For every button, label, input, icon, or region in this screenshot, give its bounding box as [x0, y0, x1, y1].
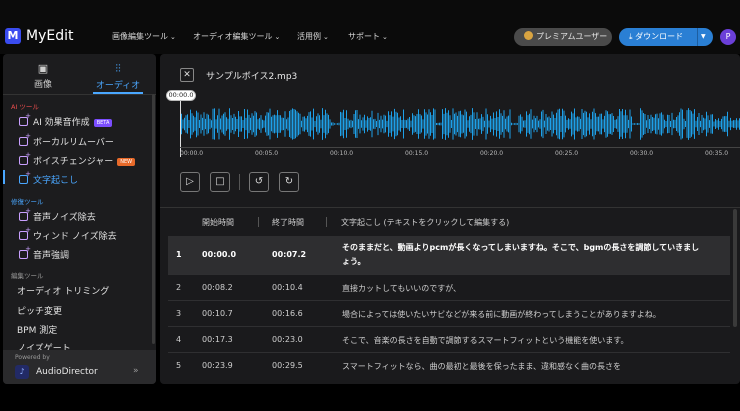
dropdown-arrow-icon[interactable]: ▼	[701, 28, 706, 46]
table-scrollbar[interactable]	[733, 209, 737, 327]
myedit-logo[interactable]: M	[5, 28, 21, 44]
close-icon: ✕	[183, 70, 191, 80]
sidebar-item-bpm[interactable]: BPM 測定	[17, 323, 57, 336]
section-edit-tools: 編集ツール	[11, 272, 44, 280]
download-button[interactable]: ⤓ ダウンロード ▼	[619, 28, 713, 46]
chevron-down-icon: ⌄	[170, 33, 176, 41]
play-button[interactable]: ▷	[180, 172, 200, 192]
time-ruler-label: 00:20.0	[480, 150, 504, 157]
transcript-text[interactable]: スマートフィットなら、曲の最初と最後を保ったまま、違和感なく曲の長さを	[342, 361, 621, 372]
tab-image[interactable]: ▣ 画像	[13, 62, 73, 90]
sidebar-item-speech-enhance[interactable]: 音声強調	[19, 245, 69, 261]
transcript-text[interactable]: そこで、音楽の長さを自動で調節するスマートフィットという機能を使います。	[342, 335, 628, 346]
nav-image-tools[interactable]: 画像編集ツール ⌄	[112, 31, 176, 42]
audio-wave-icon: ⫶⫶	[115, 62, 121, 75]
chevron-down-icon: ⌄	[382, 33, 388, 41]
time-ruler-label: 00:25.0	[555, 150, 579, 157]
sidebar-item-voice-changer[interactable]: ボイスチェンジャーNEW	[19, 151, 136, 167]
sidebar-item-ai-sound-effect[interactable]: AI 効果音作成BETA	[19, 112, 113, 128]
play-icon: ▷	[186, 176, 194, 187]
premium-user-button[interactable]: プレミアムユーザー	[514, 28, 612, 46]
time-ruler-label: 00:30.0	[630, 150, 654, 157]
sparkle-tool-icon	[19, 112, 31, 126]
section-ai-tools: AI ツール	[11, 103, 39, 111]
forward-icon: ↻	[284, 176, 294, 187]
header-end-time: 終了時間	[272, 218, 304, 227]
new-badge: NEW	[117, 158, 136, 166]
sidebar-item-audio-trim[interactable]: オーディオ トリミング	[17, 284, 109, 297]
header-transcript: 文字起こし (テキストをクリックして編集する)	[341, 218, 510, 227]
sparkle-tool-icon	[19, 170, 31, 184]
table-row[interactable]: 1 00:00.0 00:07.2 そのままだと、動画よりpcmが長くなってしま…	[168, 236, 730, 274]
double-chevron-right-icon[interactable]: »	[133, 366, 139, 376]
avatar[interactable]: P	[720, 29, 736, 45]
nav-audio-tools[interactable]: オーディオ編集ツール ⌄	[193, 31, 280, 42]
editor-panel: ✕ サンプルボイス2.mp3 00:00.0 00:00.0 00:05.0 00:…	[160, 54, 740, 384]
sidebar-item-noise-removal[interactable]: 音声ノイズ除去	[19, 207, 96, 223]
table-row[interactable]: 2 00:08.2 00:10.4 直接カットしてもいいのですが、	[168, 275, 730, 300]
sparkle-tool-icon	[19, 151, 31, 165]
time-ruler-label: 00:10.0	[330, 150, 354, 157]
file-name: サンプルボイス2.mp3	[206, 72, 298, 82]
sparkle-tool-icon	[19, 207, 31, 221]
coin-icon	[524, 31, 533, 40]
sidebar-item-pitch-change[interactable]: ピッチ変更	[17, 304, 62, 317]
section-repair-tools: 修復ツール	[11, 198, 44, 206]
forward-button[interactable]: ↻	[279, 172, 299, 192]
rewind-icon: ↺	[254, 176, 264, 187]
rewind-button[interactable]: ↺	[249, 172, 269, 192]
sparkle-tool-icon	[19, 226, 31, 240]
time-ruler-label: 00:15.0	[405, 150, 429, 157]
table-row[interactable]: 5 00:23.9 00:29.5 スマートフィットなら、曲の最初と最後を保った…	[168, 353, 730, 378]
table-row[interactable]: 3 00:10.7 00:16.6 場合によっては使いたいサビなどが来る前に動画…	[168, 301, 730, 326]
transcript-text[interactable]: そのままだと、動画よりpcmが長くなってしまいますね。そこで、bgmの長さを調節…	[342, 242, 699, 253]
top-bar: M MyEdit 画像編集ツール ⌄ オーディオ編集ツール ⌄ 活用例 ⌄ サポート ⌄…	[0, 0, 740, 54]
stop-icon: □	[215, 176, 225, 187]
stop-button[interactable]: □	[210, 172, 230, 192]
sidebar: ▣ 画像 ⫶⫶ オーディオ AI ツール AI 効果音作成BETA ボーカルリム…	[3, 54, 156, 384]
table-row[interactable]: 4 00:17.3 00:23.0 そこで、音楽の長さを自動で調節するスマートフ…	[168, 327, 730, 352]
image-icon: ▣	[37, 62, 49, 75]
sidebar-scrollbar[interactable]	[152, 94, 155, 344]
nav-use-cases[interactable]: 活用例 ⌄	[297, 31, 329, 42]
chevron-down-icon: ⌄	[323, 33, 329, 41]
beta-badge: BETA	[93, 119, 113, 127]
time-ruler[interactable]: 00:00.0 00:05.0 00:10.0 00:15.0 00:20.0 00:25…	[180, 147, 740, 159]
sidebar-item-transcription[interactable]: 文字起こし	[19, 170, 78, 186]
sidebar-item-wind-noise-removal[interactable]: ウィンド ノイズ除去	[19, 226, 117, 242]
waveform-path	[180, 108, 740, 140]
time-ruler-label: 00:05.0	[255, 150, 279, 157]
close-button[interactable]: ✕	[180, 68, 194, 82]
transcript-text[interactable]: ょう。	[342, 256, 366, 267]
sidebar-item-vocal-remover[interactable]: ボーカルリムーバー	[19, 132, 114, 148]
header-start-time: 開始時間	[202, 218, 234, 227]
audio-waveform[interactable]	[180, 102, 740, 146]
transcript-text[interactable]: 直接カットしてもいいのですが、	[342, 283, 461, 294]
app-name[interactable]: MyEdit	[26, 28, 73, 44]
chevron-down-icon: ⌄	[274, 33, 281, 41]
time-ruler-label: 00:35.0	[705, 150, 729, 157]
sparkle-tool-icon	[19, 245, 31, 259]
nav-support[interactable]: サポート ⌄	[348, 31, 388, 42]
transcript-text[interactable]: 場合によっては使いたいサビなどが来る前に動画が終わってしまうことがありますよね。	[342, 309, 661, 320]
time-ruler-label: 00:00.0	[180, 150, 204, 157]
transcript-header: 開始時間 終了時間 文字起こし (テキストをクリックして編集する)	[160, 214, 740, 232]
tab-audio[interactable]: ⫶⫶ オーディオ	[88, 62, 148, 91]
audiodirector-logo-icon: ♪	[15, 365, 29, 379]
current-time-tag: 00:00.0	[166, 90, 196, 101]
sparkle-tool-icon	[19, 132, 31, 146]
powered-by-panel[interactable]: Powered by ♪ AudioDirector »	[3, 350, 156, 384]
